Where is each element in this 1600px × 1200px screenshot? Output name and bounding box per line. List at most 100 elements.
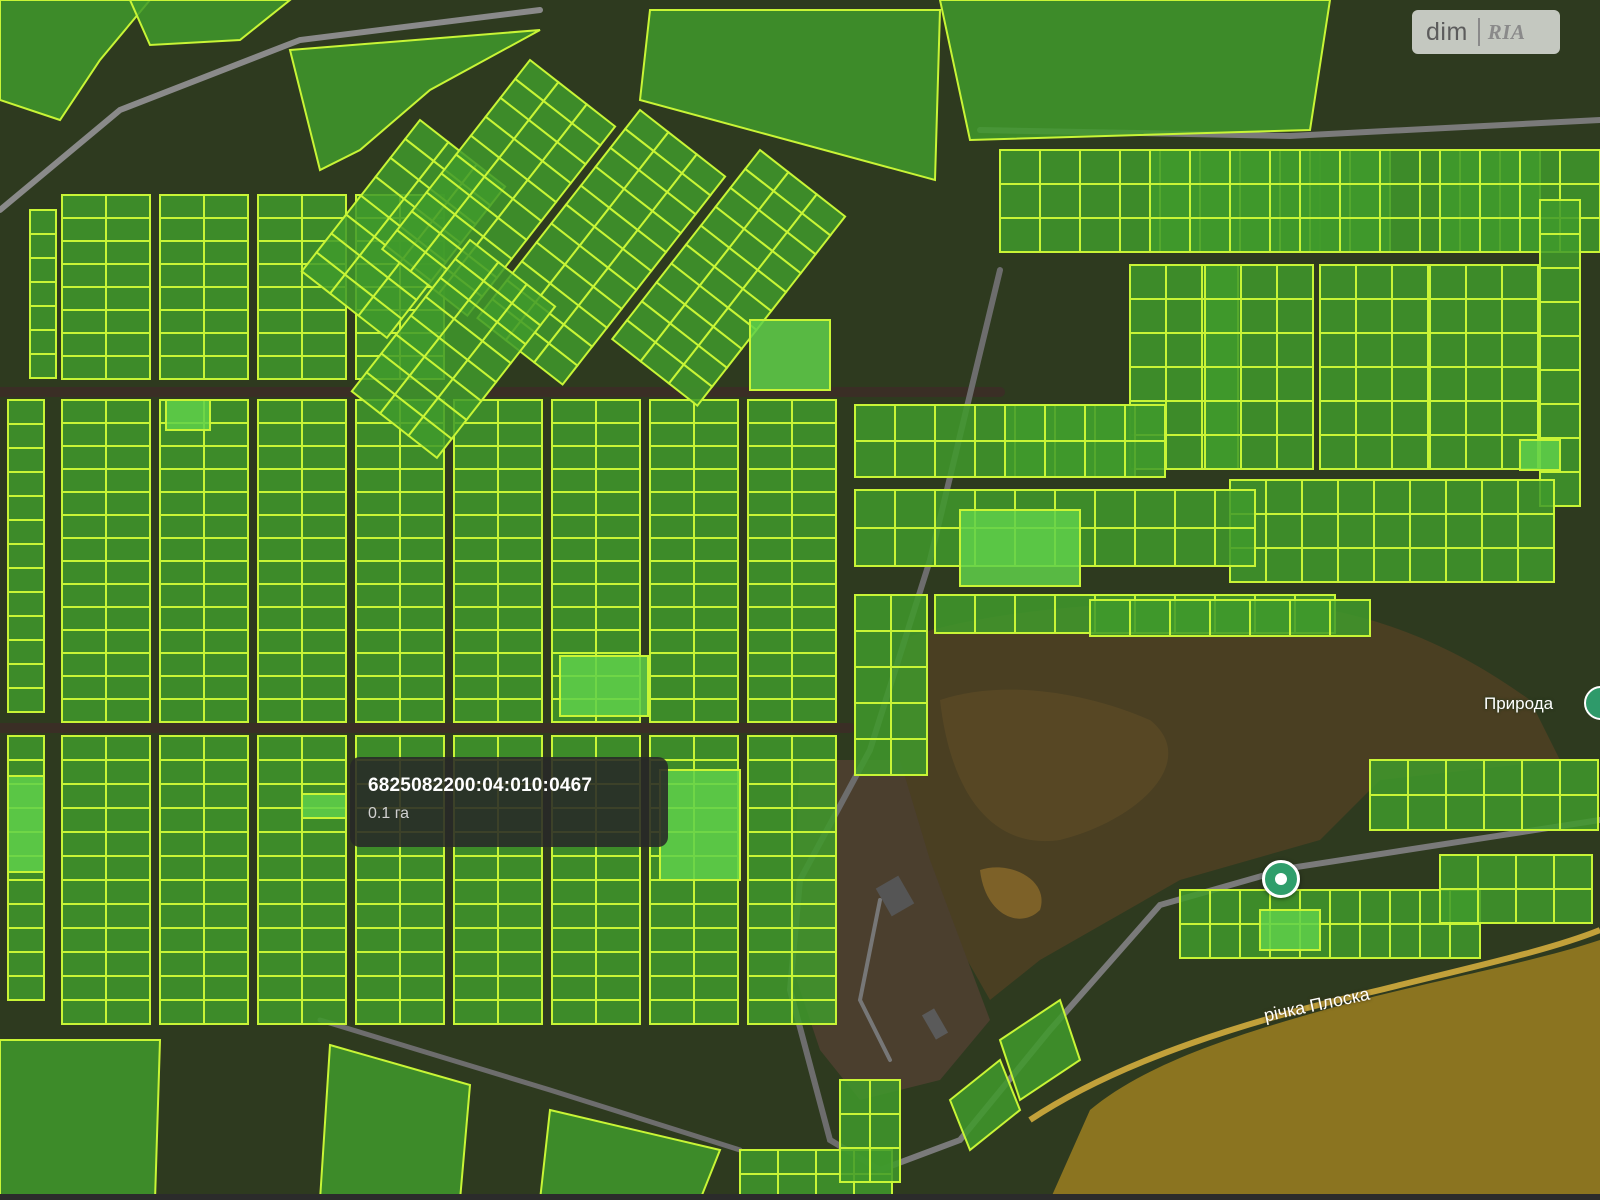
parcel[interactable] <box>399 468 445 493</box>
parcel[interactable] <box>1419 923 1451 959</box>
parcel[interactable] <box>301 491 347 516</box>
parcel[interactable] <box>7 879 45 905</box>
parcel[interactable] <box>29 257 57 283</box>
parcel[interactable] <box>453 903 499 929</box>
parcel[interactable] <box>1539 369 1581 405</box>
parcel[interactable] <box>1209 889 1241 925</box>
parcel[interactable] <box>105 263 151 288</box>
parcel[interactable] <box>159 583 205 608</box>
parcel[interactable] <box>7 519 45 545</box>
parcel[interactable] <box>693 675 739 700</box>
parcel[interactable] <box>747 759 793 785</box>
parcel[interactable] <box>595 975 641 1001</box>
parcel[interactable] <box>399 629 445 654</box>
parcel[interactable] <box>1339 183 1381 219</box>
parcel[interactable] <box>159 759 205 785</box>
parcel[interactable] <box>1134 489 1176 529</box>
parcel[interactable] <box>497 975 543 1001</box>
parcel[interactable] <box>61 560 107 585</box>
parcel[interactable] <box>7 591 45 617</box>
parcel[interactable] <box>747 422 793 447</box>
parcel[interactable] <box>1165 366 1203 402</box>
parcel[interactable] <box>1204 366 1242 402</box>
parcel[interactable] <box>159 879 205 905</box>
parcel[interactable] <box>159 951 205 977</box>
parcel[interactable] <box>7 471 45 497</box>
parcel[interactable] <box>203 927 249 953</box>
parcel[interactable] <box>747 783 793 809</box>
parcel[interactable] <box>7 639 45 665</box>
parcel[interactable] <box>1429 298 1467 334</box>
parcel[interactable] <box>649 514 695 539</box>
parcel[interactable] <box>1079 149 1121 185</box>
parcel[interactable] <box>203 217 249 242</box>
parcel[interactable] <box>1477 888 1517 924</box>
parcel[interactable] <box>0 1039 162 1200</box>
parcel[interactable] <box>355 951 401 977</box>
parcel[interactable] <box>1209 923 1241 959</box>
parcel[interactable] <box>1391 400 1429 436</box>
parcel[interactable] <box>257 735 303 761</box>
parcel[interactable] <box>894 440 936 478</box>
parcel[interactable] <box>399 514 445 539</box>
parcel[interactable] <box>1189 149 1231 185</box>
parcel[interactable] <box>693 999 739 1025</box>
parcel[interactable] <box>203 309 249 334</box>
parcel[interactable] <box>1319 264 1357 300</box>
parcel[interactable] <box>1481 513 1519 549</box>
parcel[interactable] <box>61 468 107 493</box>
parcel[interactable] <box>399 491 445 516</box>
parcel[interactable] <box>399 879 445 905</box>
parcel[interactable] <box>551 560 597 585</box>
parcel[interactable] <box>1299 149 1341 185</box>
parcel[interactable] <box>1445 759 1485 796</box>
parcel[interactable] <box>257 422 303 447</box>
parcel[interactable] <box>105 240 151 265</box>
parcel[interactable] <box>355 903 401 929</box>
parcel[interactable] <box>791 399 837 424</box>
parcel[interactable] <box>355 975 401 1001</box>
parcel[interactable] <box>1355 400 1393 436</box>
parcel[interactable] <box>1089 599 1131 637</box>
parcel[interactable] <box>649 629 695 654</box>
parcel[interactable] <box>749 319 831 391</box>
parcel[interactable] <box>890 702 928 740</box>
parcel[interactable] <box>551 927 597 953</box>
parcel[interactable] <box>791 652 837 677</box>
parcel[interactable] <box>791 675 837 700</box>
parcel[interactable] <box>1329 889 1361 925</box>
parcel[interactable] <box>551 514 597 539</box>
parcel[interactable] <box>301 537 347 562</box>
parcel[interactable] <box>203 903 249 929</box>
parcel[interactable] <box>791 422 837 447</box>
parcel[interactable] <box>203 999 249 1025</box>
parcel[interactable] <box>1189 183 1231 219</box>
parcel[interactable] <box>159 514 205 539</box>
parcel[interactable] <box>1134 527 1176 567</box>
parcel[interactable] <box>399 999 445 1025</box>
parcel[interactable] <box>29 233 57 259</box>
parcel[interactable] <box>453 675 499 700</box>
parcel[interactable] <box>159 807 205 833</box>
parcel[interactable] <box>7 927 45 953</box>
parcel[interactable] <box>453 560 499 585</box>
parcel[interactable] <box>1501 400 1539 436</box>
parcel[interactable] <box>1445 794 1485 831</box>
parcel[interactable] <box>551 999 597 1025</box>
parcel[interactable] <box>1174 489 1216 529</box>
parcel[interactable] <box>301 606 347 631</box>
parcel[interactable] <box>854 630 892 668</box>
parcel[interactable] <box>595 855 641 881</box>
parcel[interactable] <box>7 615 45 641</box>
parcel[interactable] <box>355 927 401 953</box>
parcel[interactable] <box>61 355 107 380</box>
parcel[interactable] <box>1301 479 1339 515</box>
parcel[interactable] <box>1276 264 1314 300</box>
parcel[interactable] <box>649 468 695 493</box>
parcel[interactable] <box>890 594 928 632</box>
parcel[interactable] <box>1004 404 1046 442</box>
parcel[interactable] <box>1439 217 1481 253</box>
parcel[interactable] <box>257 217 303 242</box>
parcel[interactable] <box>355 999 401 1025</box>
parcel[interactable] <box>29 305 57 331</box>
